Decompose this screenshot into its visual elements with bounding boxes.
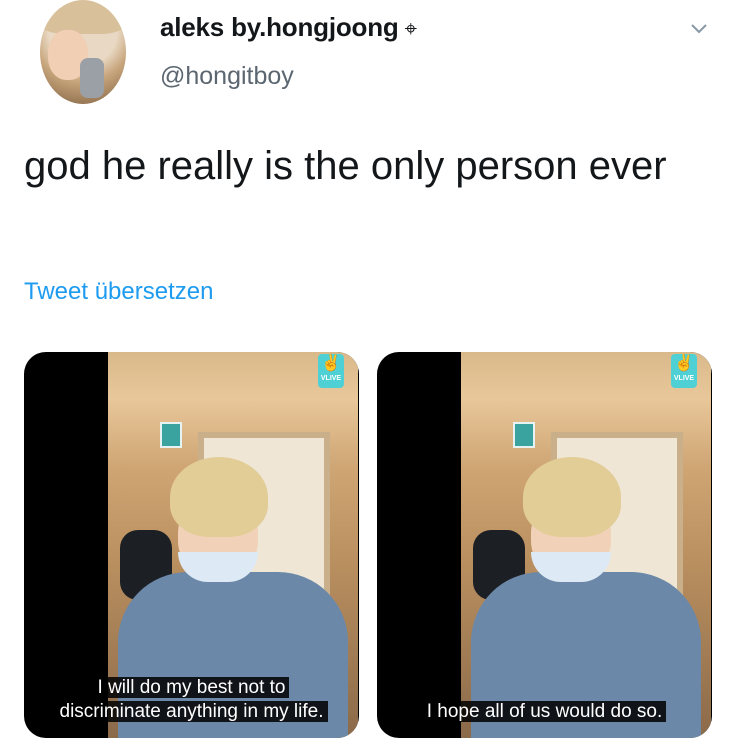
vlive-logo: ✌ VLIVE	[318, 354, 344, 388]
wall-sign	[513, 422, 535, 448]
subtitle-line-2: discriminate anything in my life.	[55, 701, 328, 722]
person-hair	[170, 457, 268, 537]
media-image-1[interactable]: ✌ VLIVE I will do my best not to discrimi…	[24, 352, 359, 738]
avatar[interactable]	[40, 0, 126, 104]
avatar-microphone	[80, 58, 104, 98]
subtitle-line-1: I will do my best not to	[93, 677, 290, 698]
tweet-text: god he really is the only person ever	[24, 144, 667, 188]
subtitle-line-1: I hope all of us would do so.	[422, 701, 667, 722]
video-subtitle: I hope all of us would do so.	[377, 700, 712, 724]
wall-sign	[160, 422, 182, 448]
vlive-logo: ✌ VLIVE	[671, 354, 697, 388]
person-hair	[523, 457, 621, 537]
media-image-2[interactable]: ✌ VLIVE I hope all of us would do so.	[377, 352, 712, 738]
video-subtitle: I will do my best not to discriminate an…	[24, 676, 359, 724]
chevron-down-icon[interactable]	[690, 20, 708, 38]
translate-link[interactable]: Tweet übersetzen	[24, 278, 213, 306]
crosshair-icon: ⌖	[404, 16, 417, 41]
avatar-hair	[40, 0, 126, 34]
author-handle[interactable]: @hongitboy	[160, 62, 294, 91]
video-frame: ✌ VLIVE	[461, 352, 711, 738]
display-name[interactable]: aleks by.hongjoong	[160, 12, 399, 42]
author-name[interactable]: aleks by.hongjoong ⌖	[160, 12, 417, 43]
